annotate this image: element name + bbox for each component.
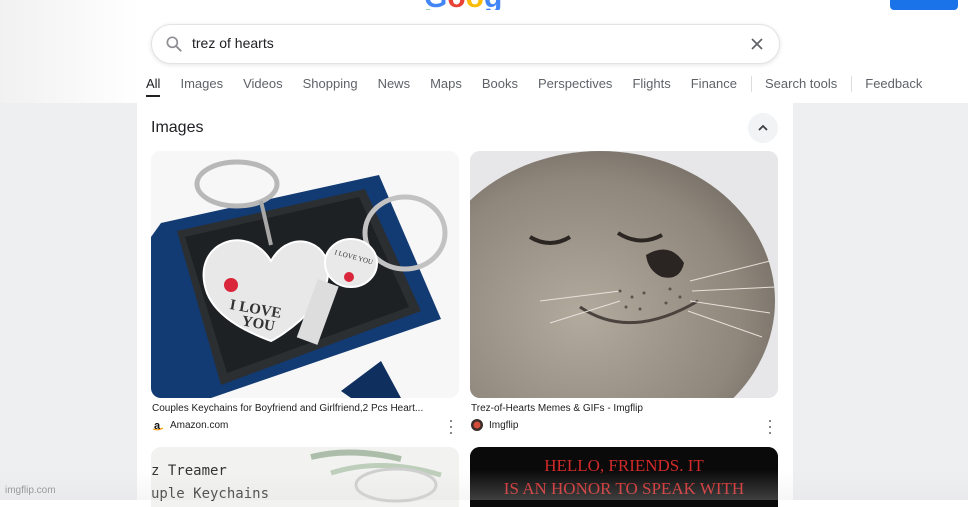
tab-news[interactable]: News: [378, 76, 411, 92]
tab-finance[interactable]: Finance: [691, 76, 737, 92]
logo-letter: o: [466, 0, 484, 10]
result-title-seal[interactable]: Trez-of-Hearts Memes & GIFs - Imgflip: [471, 403, 643, 414]
chevron-up-icon: [758, 124, 768, 131]
close-icon[interactable]: [747, 34, 767, 54]
logo-letter: g: [484, 0, 502, 10]
tab-perspectives[interactable]: Perspectives: [538, 76, 612, 92]
amazon-favicon-icon: a: [152, 419, 164, 432]
tab-search-tools[interactable]: Search tools: [765, 76, 837, 92]
tab-images[interactable]: Images: [180, 76, 223, 92]
tab-maps[interactable]: Maps: [430, 76, 462, 92]
imgflip-watermark: imgflip.com: [5, 485, 56, 496]
search-input[interactable]: trez of hearts: [192, 35, 274, 51]
search-box[interactable]: trez of hearts: [151, 24, 780, 64]
keychain-text-image: z Treamer uple Keychains: [151, 447, 459, 507]
image-result-seal[interactable]: [470, 151, 778, 398]
images-section-title: Images: [151, 119, 204, 136]
google-logo[interactable]: Google: [424, 0, 504, 10]
keychain-image: I LOVE YOU I LOVE YOU: [151, 151, 459, 398]
image-result-hello-friends[interactable]: HELLO, FRIENDS. IT IS AN HONOR TO SPEAK …: [470, 447, 778, 507]
more-options-icon[interactable]: [764, 420, 776, 434]
source-label: Imgflip: [489, 419, 519, 431]
left-shade: [0, 0, 140, 103]
search-tabs: All Images Videos Shopping News Maps Boo…: [146, 76, 942, 100]
source-label: Amazon.com: [170, 419, 229, 431]
tab-feedback[interactable]: Feedback: [865, 76, 922, 92]
logo-letter: o: [447, 0, 465, 10]
result-source-imgflip[interactable]: Imgflip: [471, 419, 518, 431]
tab-shopping[interactable]: Shopping: [303, 76, 358, 92]
tab-videos[interactable]: Videos: [243, 76, 283, 92]
collapse-button[interactable]: [748, 113, 778, 143]
meme-text-line-1: HELLO, FRIENDS. IT: [544, 456, 704, 475]
image-result-keychain-text[interactable]: z Treamer uple Keychains: [151, 447, 459, 507]
tab-books[interactable]: Books: [482, 76, 518, 92]
result-title-keychain[interactable]: Couples Keychains for Boyfriend and Girl…: [152, 403, 423, 414]
top-bar: Google trez of hearts All Images Videos …: [0, 0, 968, 103]
tab-divider: [750, 76, 752, 92]
search-icon[interactable]: [164, 34, 184, 54]
seal-image: [470, 151, 778, 398]
sign-in-button[interactable]: [890, 0, 958, 10]
thumb-text-line-1: z Treamer: [151, 463, 227, 479]
hello-friends-image: HELLO, FRIENDS. IT IS AN HONOR TO SPEAK …: [470, 447, 778, 507]
result-source-amazon[interactable]: a Amazon.com: [152, 419, 229, 432]
image-result-keychain[interactable]: I LOVE YOU I LOVE YOU: [151, 151, 459, 398]
meme-text-line-2: IS AN HONOR TO SPEAK WITH: [504, 479, 744, 498]
images-card: Images I LOVE YOU I LOVE YOU Couples Key…: [137, 103, 793, 507]
tab-flights[interactable]: Flights: [632, 76, 670, 92]
tab-divider: [851, 76, 853, 92]
more-options-icon[interactable]: [445, 420, 457, 434]
imgflip-favicon-icon: [471, 419, 483, 431]
tab-all[interactable]: All: [146, 76, 161, 97]
